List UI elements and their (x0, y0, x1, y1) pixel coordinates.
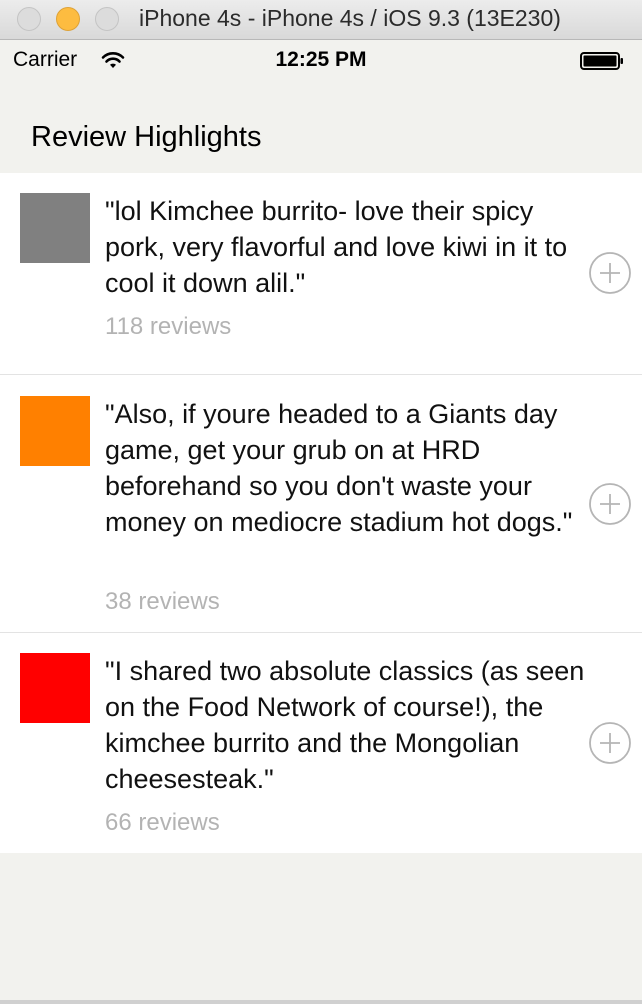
review-quote: "lol Kimchee burrito- love their spicy p… (105, 196, 568, 298)
review-color-swatch (20, 193, 90, 263)
review-count: 66 reviews (105, 809, 220, 836)
window-minimize-button[interactable] (56, 7, 80, 31)
window-bottom-edge (0, 1000, 642, 1004)
window-title: iPhone 4s - iPhone 4s / iOS 9.3 (13E230) (139, 5, 561, 31)
add-icon[interactable] (588, 721, 632, 765)
status-time: 12:25 PM (275, 48, 367, 71)
battery-icon (580, 52, 623, 70)
review-list: "lol Kimchee burrito- love their spicy p… (0, 173, 642, 853)
review-count: 38 reviews (105, 588, 220, 615)
review-count: 118 reviews (105, 313, 232, 340)
window-close-button[interactable] (17, 7, 41, 31)
review-row[interactable]: "lol Kimchee burrito- love their spicy p… (0, 173, 642, 375)
add-icon[interactable] (588, 482, 632, 526)
window-zoom-button[interactable] (95, 7, 119, 31)
add-icon[interactable] (588, 251, 632, 295)
review-quote: "Also, if youre headed to a Giants day g… (105, 399, 573, 537)
window-titlebar: iPhone 4s - iPhone 4s / iOS 9.3 (13E230) (0, 0, 642, 40)
review-row[interactable]: "Also, if youre headed to a Giants day g… (0, 375, 642, 633)
review-row[interactable]: "I shared two absolute classics (as seen… (0, 633, 642, 853)
review-color-swatch (20, 396, 90, 466)
review-quote: "I shared two absolute classics (as seen… (105, 656, 585, 794)
nav-title: Review Highlights (31, 121, 262, 153)
review-color-swatch (20, 653, 90, 723)
